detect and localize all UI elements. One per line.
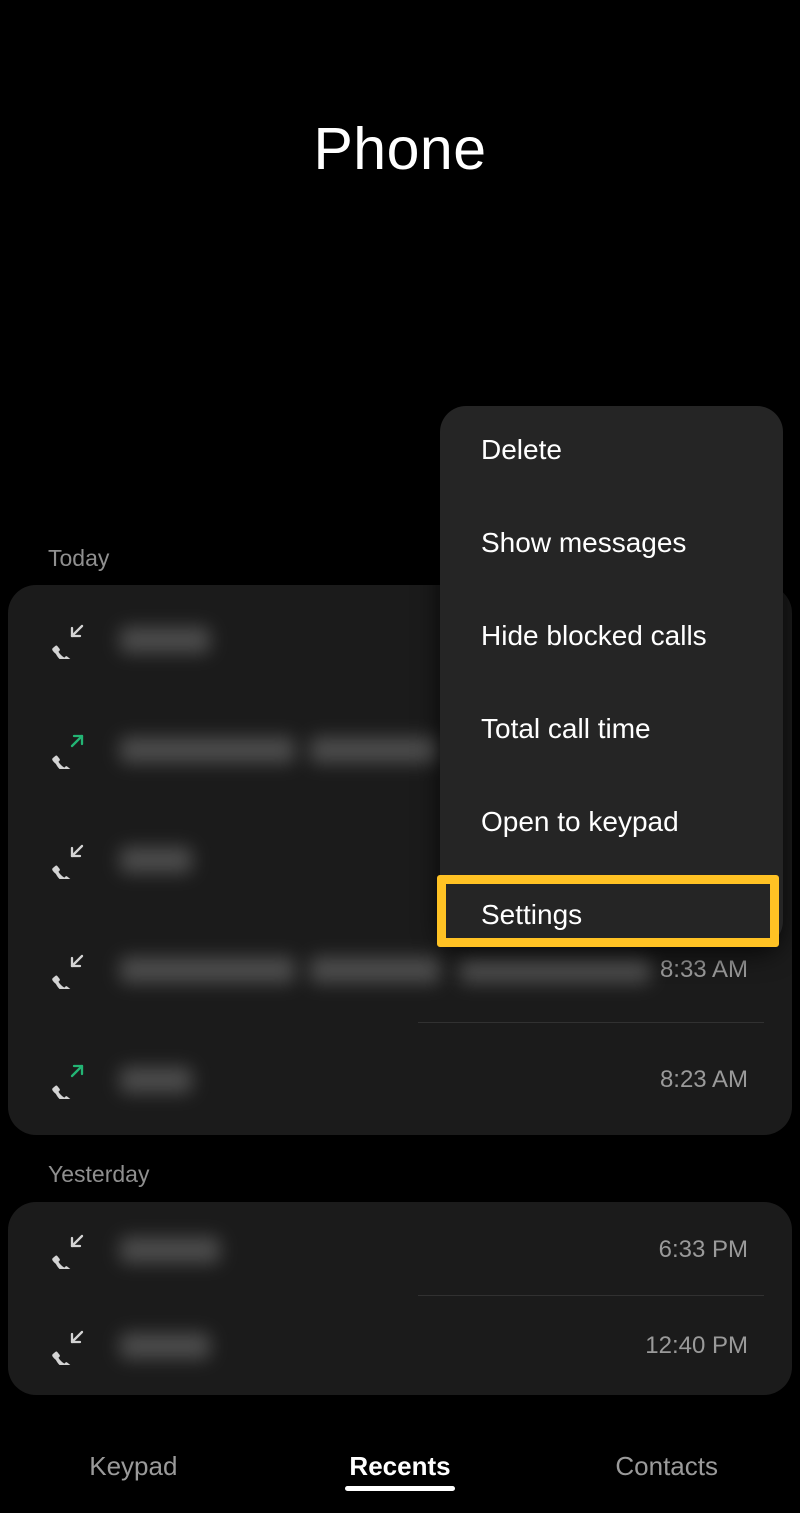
menu-item-total-call-time[interactable]: Total call time — [440, 694, 783, 764]
menu-item-label: Show messages — [481, 527, 687, 558]
contact-name-redacted — [120, 847, 192, 873]
menu-item-label: Settings — [481, 899, 583, 930]
menu-item-hide-blocked-calls[interactable]: Hide blocked calls — [440, 601, 783, 671]
menu-item-open-to-keypad[interactable]: Open to keypad — [440, 787, 783, 857]
menu-item-label: Total call time — [481, 713, 651, 744]
call-received-icon — [48, 1231, 86, 1269]
tab-keypad-label: Keypad — [89, 1451, 178, 1481]
call-received-icon — [48, 1327, 86, 1365]
tab-recents[interactable]: Recents — [267, 1420, 534, 1513]
call-timestamp: 6:33 PM — [658, 1236, 748, 1263]
call-received-icon — [48, 951, 86, 989]
contact-name-redacted — [120, 1067, 192, 1093]
section-label-yesterday: Yesterday — [48, 1161, 150, 1187]
contact-name-redacted — [310, 737, 440, 763]
tab-keypad[interactable]: Keypad — [0, 1420, 267, 1513]
tab-contacts-label: Contacts — [615, 1451, 718, 1481]
contact-name-redacted — [120, 957, 295, 983]
call-timestamp: 12:40 PM — [645, 1332, 748, 1359]
call-row[interactable]: 8:23 AM — [0, 1025, 784, 1135]
row-divider — [418, 1022, 764, 1023]
tab-recents-label: Recents — [349, 1451, 451, 1481]
contact-name-redacted — [120, 1237, 220, 1263]
contact-name-redacted — [120, 1333, 210, 1359]
call-made-icon — [48, 731, 86, 769]
contact-name-redacted — [310, 957, 440, 983]
page-title: Phone — [313, 116, 487, 182]
menu-item-label: Delete — [481, 434, 562, 465]
call-row[interactable]: 6:33 PM — [0, 1202, 784, 1298]
menu-item-label: Open to keypad — [481, 806, 679, 837]
overflow-menu[interactable]: Delete Show messages Hide blocked calls Tot… — [440, 406, 783, 947]
call-made-icon — [48, 1061, 86, 1099]
call-received-icon — [48, 621, 86, 659]
call-received-icon — [48, 841, 86, 879]
active-tab-indicator — [345, 1486, 455, 1491]
menu-item-delete[interactable]: Delete — [440, 415, 783, 485]
section-label-today: Today — [48, 545, 110, 571]
phone-app-screen: Phone Today Yesterday 8:33 AM 8:23 AM 6:33… — [0, 0, 800, 1513]
tab-contacts[interactable]: Contacts — [533, 1420, 800, 1513]
menu-item-show-messages[interactable]: Show messages — [440, 508, 783, 578]
contact-name-redacted — [120, 737, 295, 763]
contact-name-redacted — [460, 957, 650, 983]
contact-name-redacted — [120, 627, 210, 653]
call-timestamp: 8:23 AM — [659, 1066, 748, 1093]
row-divider — [418, 1295, 764, 1296]
menu-item-settings[interactable]: Settings — [440, 880, 783, 947]
call-row[interactable]: 12:40 PM — [0, 1298, 784, 1394]
bottom-navigation-bar: Keypad Recents Contacts — [0, 1420, 800, 1513]
menu-item-label: Hide blocked calls — [481, 620, 707, 651]
call-timestamp: 8:33 AM — [659, 956, 748, 983]
